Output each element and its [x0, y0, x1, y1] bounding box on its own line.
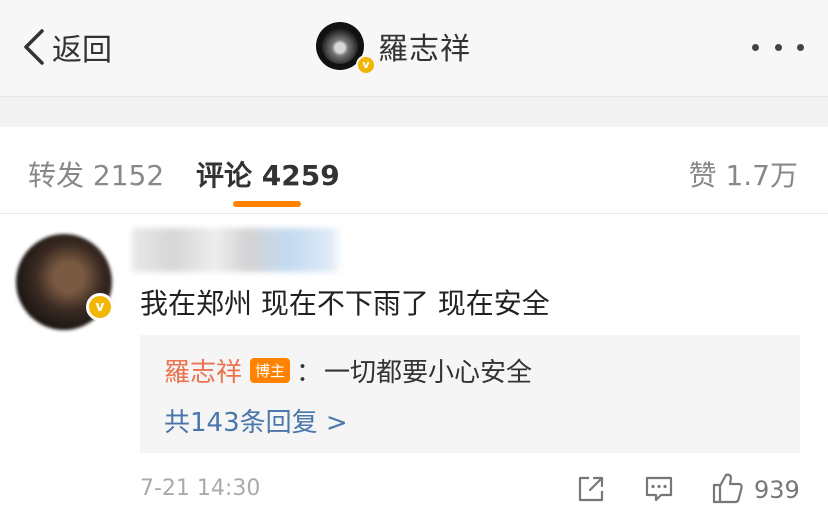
page-title: 羅志祥 — [378, 32, 471, 67]
author-tag-badge: 博主 — [250, 358, 291, 383]
more-dot-icon — [752, 43, 759, 51]
thumbs-up-icon[interactable] — [710, 470, 746, 506]
comment-text: 我在郑州 现在不下雨了 现在安全 — [140, 287, 550, 320]
back-button[interactable]: 返回 — [20, 24, 112, 70]
comment-timestamp: 7-21 14:30 — [140, 476, 261, 501]
comment-icon[interactable] — [644, 474, 674, 504]
active-tab-indicator — [233, 201, 301, 207]
page-title-group[interactable]: 羅志祥 — [316, 20, 471, 72]
tab-repost[interactable]: 转发 2152 — [28, 154, 164, 194]
tab-comment[interactable]: 评论 4259 — [196, 154, 340, 194]
like-count: 939 — [754, 476, 800, 504]
verified-badge-icon: v — [86, 293, 114, 321]
tab-like[interactable]: 赞 1.7万 — [689, 154, 798, 194]
tab-bar: 转发 2152 评论 4259 赞 1.7万 — [0, 127, 828, 214]
view-all-replies-link[interactable]: 共143条回复 > — [164, 402, 348, 439]
reply-text: 一切都要小心安全 — [324, 358, 533, 388]
reply-separator: ： — [296, 358, 323, 388]
back-label: 返回 — [52, 33, 112, 68]
reply-preview-line: 羅志祥 博主 ： 一切都要小心安全 — [164, 352, 532, 389]
chevron-left-icon — [24, 29, 44, 65]
more-dot-icon — [797, 43, 804, 51]
share-icon[interactable] — [576, 474, 606, 504]
verified-badge-icon: v — [356, 55, 376, 75]
commenter-name-blurred[interactable] — [132, 228, 342, 272]
section-divider — [0, 97, 828, 127]
more-options-button[interactable] — [752, 38, 804, 56]
reply-author-link[interactable]: 羅志祥 — [164, 352, 242, 389]
more-dot-icon — [774, 43, 782, 51]
